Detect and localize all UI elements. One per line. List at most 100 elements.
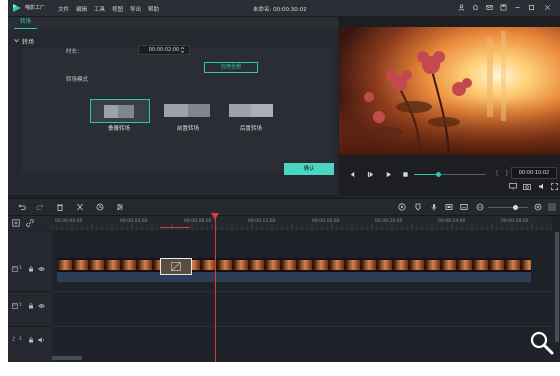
film-icon xyxy=(12,266,18,272)
redo-icon[interactable] xyxy=(36,203,44,211)
zoom-out-icon[interactable] xyxy=(476,203,484,211)
marker-icon[interactable] xyxy=(414,203,422,211)
fit-timeline-button[interactable] xyxy=(548,203,556,211)
ruler-label: 00:00:08:00 xyxy=(184,219,212,224)
timeline-horizontal-scrollbar[interactable] xyxy=(52,356,82,360)
maximize-icon[interactable] xyxy=(528,4,535,11)
video-track-1-header: 1 xyxy=(8,231,52,292)
mode-prefix-label: 前置转场 xyxy=(176,126,199,132)
preview-image xyxy=(339,27,560,155)
clip-frame xyxy=(490,260,504,270)
playback-progress-handle[interactable] xyxy=(436,172,441,177)
clip-frame xyxy=(234,260,248,270)
zoom-slider-track[interactable] xyxy=(488,207,528,208)
step-play-icon[interactable] xyxy=(367,171,374,178)
mark-out-icon[interactable]: } xyxy=(505,170,509,177)
brand-name: 喵影工厂 xyxy=(25,5,46,11)
video-track-2[interactable] xyxy=(52,292,552,327)
add-track-icon[interactable] xyxy=(12,219,20,227)
mode-suffix-label: 后置转场 xyxy=(239,126,262,132)
clip-frame xyxy=(458,260,472,270)
stop-icon[interactable] xyxy=(402,171,409,178)
playhead-line[interactable] xyxy=(215,214,216,362)
save-icon[interactable] xyxy=(500,4,507,11)
title-bar: 喵影工厂 文件 编辑 工具 视图 导出 帮助 未命名: 00:00:30:02 xyxy=(8,0,560,17)
chevron-down-icon[interactable] xyxy=(14,38,19,43)
transition-clip[interactable] xyxy=(160,258,192,275)
fullscreen-icon[interactable] xyxy=(551,183,558,190)
zoom-slider-handle[interactable] xyxy=(513,205,518,210)
mark-in-icon[interactable]: { xyxy=(495,170,499,177)
speaker-icon[interactable] xyxy=(38,337,45,343)
lock-icon[interactable] xyxy=(28,266,34,272)
clip-frame xyxy=(378,260,392,270)
account-icon[interactable] xyxy=(458,4,465,11)
clip-frame xyxy=(74,260,88,270)
mode-thumb-b xyxy=(118,105,134,118)
ruler-label: 00:00:16:00 xyxy=(312,219,340,224)
preview-timecode: 00:00:10:02 xyxy=(511,167,557,179)
track-number: 1 xyxy=(19,266,22,271)
menu-view[interactable]: 视图 xyxy=(112,5,123,13)
mode-thumb-b xyxy=(251,104,273,117)
mode-suffix-button[interactable] xyxy=(223,99,279,121)
clip-frame xyxy=(250,260,264,270)
undo-icon[interactable] xyxy=(18,203,26,211)
prev-frame-icon[interactable] xyxy=(349,171,356,178)
audio-track-1[interactable] xyxy=(52,327,552,362)
playhead-handle[interactable] xyxy=(211,213,219,220)
delete-icon[interactable] xyxy=(56,203,64,211)
link-icon[interactable] xyxy=(26,219,34,227)
menu-export[interactable]: 导出 xyxy=(130,5,141,13)
mode-overlap-button[interactable] xyxy=(90,99,150,123)
close-icon[interactable] xyxy=(544,4,551,11)
subtitle-icon[interactable] xyxy=(460,203,468,211)
video-clip[interactable] xyxy=(57,258,531,272)
zoom-in-icon[interactable] xyxy=(534,203,542,211)
voiceover-icon[interactable] xyxy=(445,203,453,211)
mode-prefix-button[interactable] xyxy=(160,99,216,121)
speed-icon[interactable] xyxy=(96,203,104,211)
clip-frame xyxy=(106,260,120,270)
menu-tools[interactable]: 工具 xyxy=(94,5,105,13)
apply-all-button[interactable]: 应用全部 xyxy=(204,62,258,73)
window-title: 未命名: 00:00:30:02 xyxy=(253,7,307,13)
clip-frame xyxy=(394,260,408,270)
volume-icon[interactable] xyxy=(538,183,546,190)
menu-file[interactable]: 文件 xyxy=(58,5,69,13)
display-settings-icon[interactable] xyxy=(509,183,517,190)
microphone-icon[interactable] xyxy=(430,203,438,211)
eye-icon[interactable] xyxy=(38,266,45,272)
ruler-label: 00:00:24:00 xyxy=(438,219,466,224)
mode-thumb-a xyxy=(229,104,251,117)
notification-icon[interactable] xyxy=(472,4,479,11)
magnifier-icon[interactable] xyxy=(529,330,555,356)
section-title: 转场 xyxy=(22,39,35,46)
menu-edit[interactable]: 编辑 xyxy=(76,5,87,13)
adjust-icon[interactable] xyxy=(116,203,124,211)
cut-icon[interactable] xyxy=(76,203,84,211)
clip-frame xyxy=(362,260,376,270)
mode-label: 转场模式 xyxy=(66,77,89,83)
transition-icon xyxy=(171,262,181,271)
playback-progress-fill xyxy=(414,174,438,175)
minimize-icon[interactable] xyxy=(514,4,521,11)
play-icon[interactable] xyxy=(385,171,392,178)
duration-stepper-icon[interactable] xyxy=(180,46,185,54)
lock-icon[interactable] xyxy=(28,337,34,343)
tab-transition[interactable]: 转场 xyxy=(14,17,38,29)
eye-icon[interactable] xyxy=(38,303,45,309)
ruler-label: 00:00:12:00 xyxy=(248,219,276,224)
timeline-vertical-scrollbar[interactable] xyxy=(555,232,559,342)
ok-button[interactable]: 确认 xyxy=(284,163,334,175)
transition-range-marker xyxy=(160,227,190,228)
clip-frame xyxy=(410,260,424,270)
duration-label: 时长： xyxy=(66,49,83,55)
mail-icon[interactable] xyxy=(486,4,493,11)
render-icon[interactable] xyxy=(398,203,406,211)
app-logo-icon xyxy=(13,4,21,12)
menu-help[interactable]: 帮助 xyxy=(148,5,159,13)
clip-frame xyxy=(122,260,136,270)
snapshot-icon[interactable] xyxy=(523,183,531,190)
lock-icon[interactable] xyxy=(28,303,34,309)
